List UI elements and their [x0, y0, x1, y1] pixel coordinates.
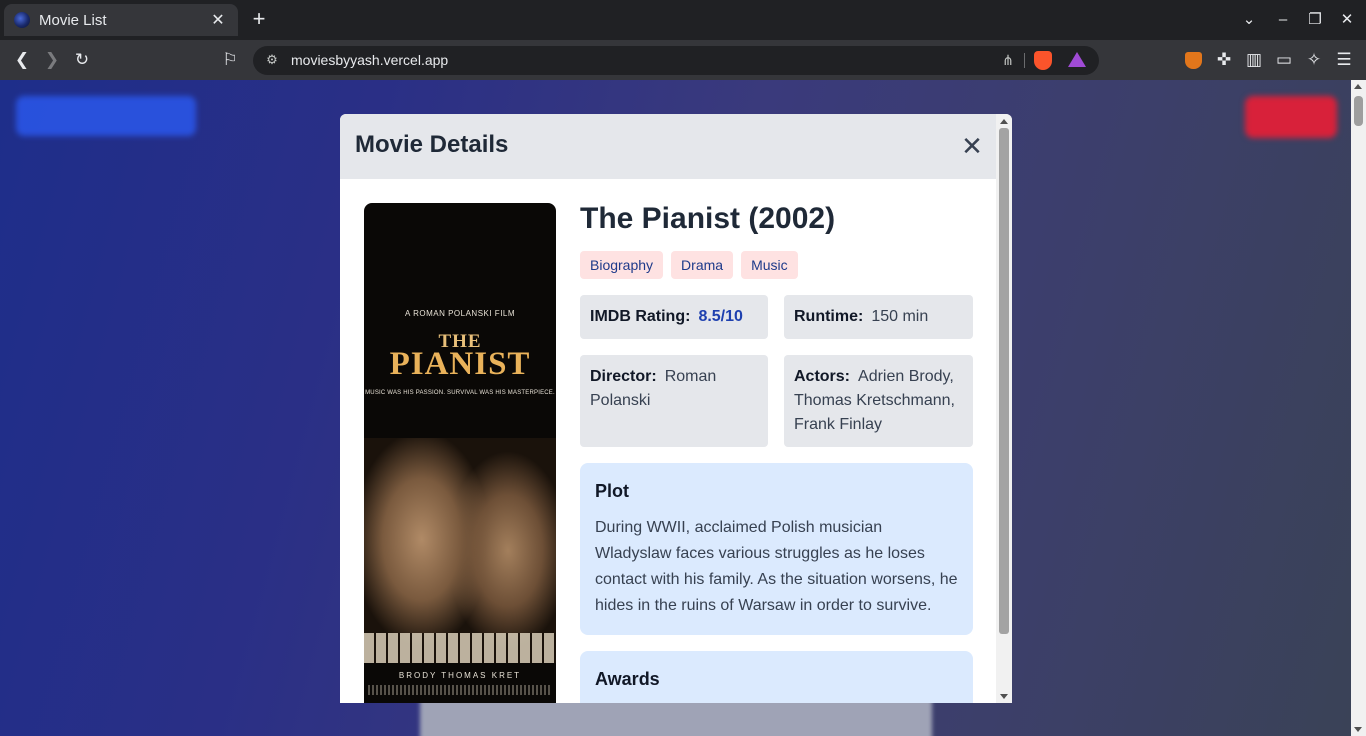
imdb-rating-value: 8.5/10 [698, 308, 743, 325]
movie-title: The Pianist (2002) [580, 202, 836, 235]
minimize-icon[interactable]: – [1271, 8, 1295, 32]
actors-box: Actors: Adrien Brody, Thomas Kretschmann,… [784, 355, 973, 447]
page-scroll-thumb[interactable] [1354, 96, 1363, 126]
url-text[interactable]: moviesbyyash.vercel.app [291, 52, 448, 68]
reload-icon[interactable]: ↻ [70, 48, 94, 72]
plot-section: Plot During WWII, acclaimed Polish music… [580, 463, 973, 635]
tab-title: Movie List [39, 11, 107, 29]
awards-section: Awards [580, 651, 973, 703]
imdb-rating-box: IMDB Rating: 8.5/10 [580, 295, 768, 339]
movie-details-modal: Movie Details ✕ A ROMAN POLANSKI FILM TH… [340, 114, 1012, 703]
modal-title: Movie Details [355, 131, 509, 158]
page-scroll-down-icon[interactable] [1354, 727, 1362, 732]
address-bar[interactable]: ⚙ moviesbyyash.vercel.app ⋔ [253, 46, 1099, 75]
poster-hands-image [364, 438, 556, 663]
genre-badge: Biography [580, 251, 664, 279]
plot-text: During WWII, acclaimed Polish musician W… [595, 519, 958, 614]
modal-header: Movie Details ✕ [340, 114, 996, 179]
runtime-value: 150 min [871, 308, 929, 325]
poster-credit-top: A ROMAN POLANSKI FILM [404, 309, 516, 318]
new-tab-button[interactable]: + [249, 8, 269, 32]
poster-bottom-credit: BRODY THOMAS KRET [398, 671, 522, 680]
poster-piano-keys [364, 633, 556, 663]
director-box: Director: Roman Polanski [580, 355, 768, 447]
modal-scroll-thumb[interactable] [999, 128, 1009, 634]
imdb-rating-label: IMDB Rating: [590, 308, 691, 325]
poster-title-line2: PIANIST [389, 346, 531, 382]
share-icon[interactable]: ⋔ [997, 49, 1019, 71]
blurred-header-button [16, 96, 196, 136]
modal-scroll-down-icon[interactable] [1000, 694, 1008, 699]
maximize-icon[interactable]: ❐ [1303, 8, 1327, 32]
brave-shields-icon[interactable] [1034, 51, 1052, 70]
leo-ai-icon[interactable]: ✧ [1302, 48, 1326, 72]
extensions-icon[interactable]: ✜ [1212, 48, 1236, 72]
awards-heading: Awards [595, 669, 660, 689]
bookmark-icon[interactable]: ⚐ [218, 48, 242, 72]
address-divider [1024, 53, 1025, 68]
poster-tagline: MUSIC WAS HIS PASSION. SURVIVAL WAS HIS … [365, 390, 555, 396]
forward-icon[interactable]: ❯ [40, 48, 64, 72]
blurred-logout-button [1245, 96, 1337, 138]
wallet-icon[interactable]: ▭ [1272, 48, 1296, 72]
site-favicon-icon [14, 12, 30, 28]
menu-icon[interactable]: ☰ [1332, 48, 1356, 72]
page-scroll-up-icon[interactable] [1354, 84, 1362, 89]
movie-poster: A ROMAN POLANSKI FILM THE PIANIST MUSIC … [364, 203, 556, 703]
back-icon[interactable]: ❮ [10, 48, 34, 72]
metamask-extension-icon[interactable] [1185, 52, 1202, 69]
runtime-box: Runtime: 150 min [784, 295, 973, 339]
genre-list: Biography Drama Music [580, 251, 798, 279]
runtime-label: Runtime: [794, 308, 864, 325]
browser-tab[interactable]: Movie List ✕ [4, 4, 238, 36]
modal-scroll-up-icon[interactable] [1000, 119, 1008, 124]
window-close-icon[interactable]: ✕ [1335, 8, 1359, 32]
brave-rewards-icon[interactable] [1068, 52, 1086, 67]
genre-badge: Drama [671, 251, 734, 279]
modal-scrollbar[interactable] [996, 114, 1012, 703]
sidebar-icon[interactable]: ▥ [1242, 48, 1266, 72]
genre-badge: Music [741, 251, 798, 279]
director-label: Director: [590, 368, 657, 385]
modal-close-button[interactable]: ✕ [960, 132, 984, 160]
plot-heading: Plot [595, 481, 629, 501]
tab-bar: Movie List ✕ + ⌄ – ❐ ✕ [0, 0, 1366, 40]
poster-fine-print [368, 685, 552, 695]
actors-label: Actors: [794, 368, 851, 385]
tab-search-icon[interactable]: ⌄ [1237, 8, 1261, 32]
page-scrollbar[interactable] [1351, 80, 1366, 736]
tab-close-icon[interactable]: ✕ [208, 10, 228, 30]
site-info-icon[interactable]: ⚙ [261, 49, 283, 71]
